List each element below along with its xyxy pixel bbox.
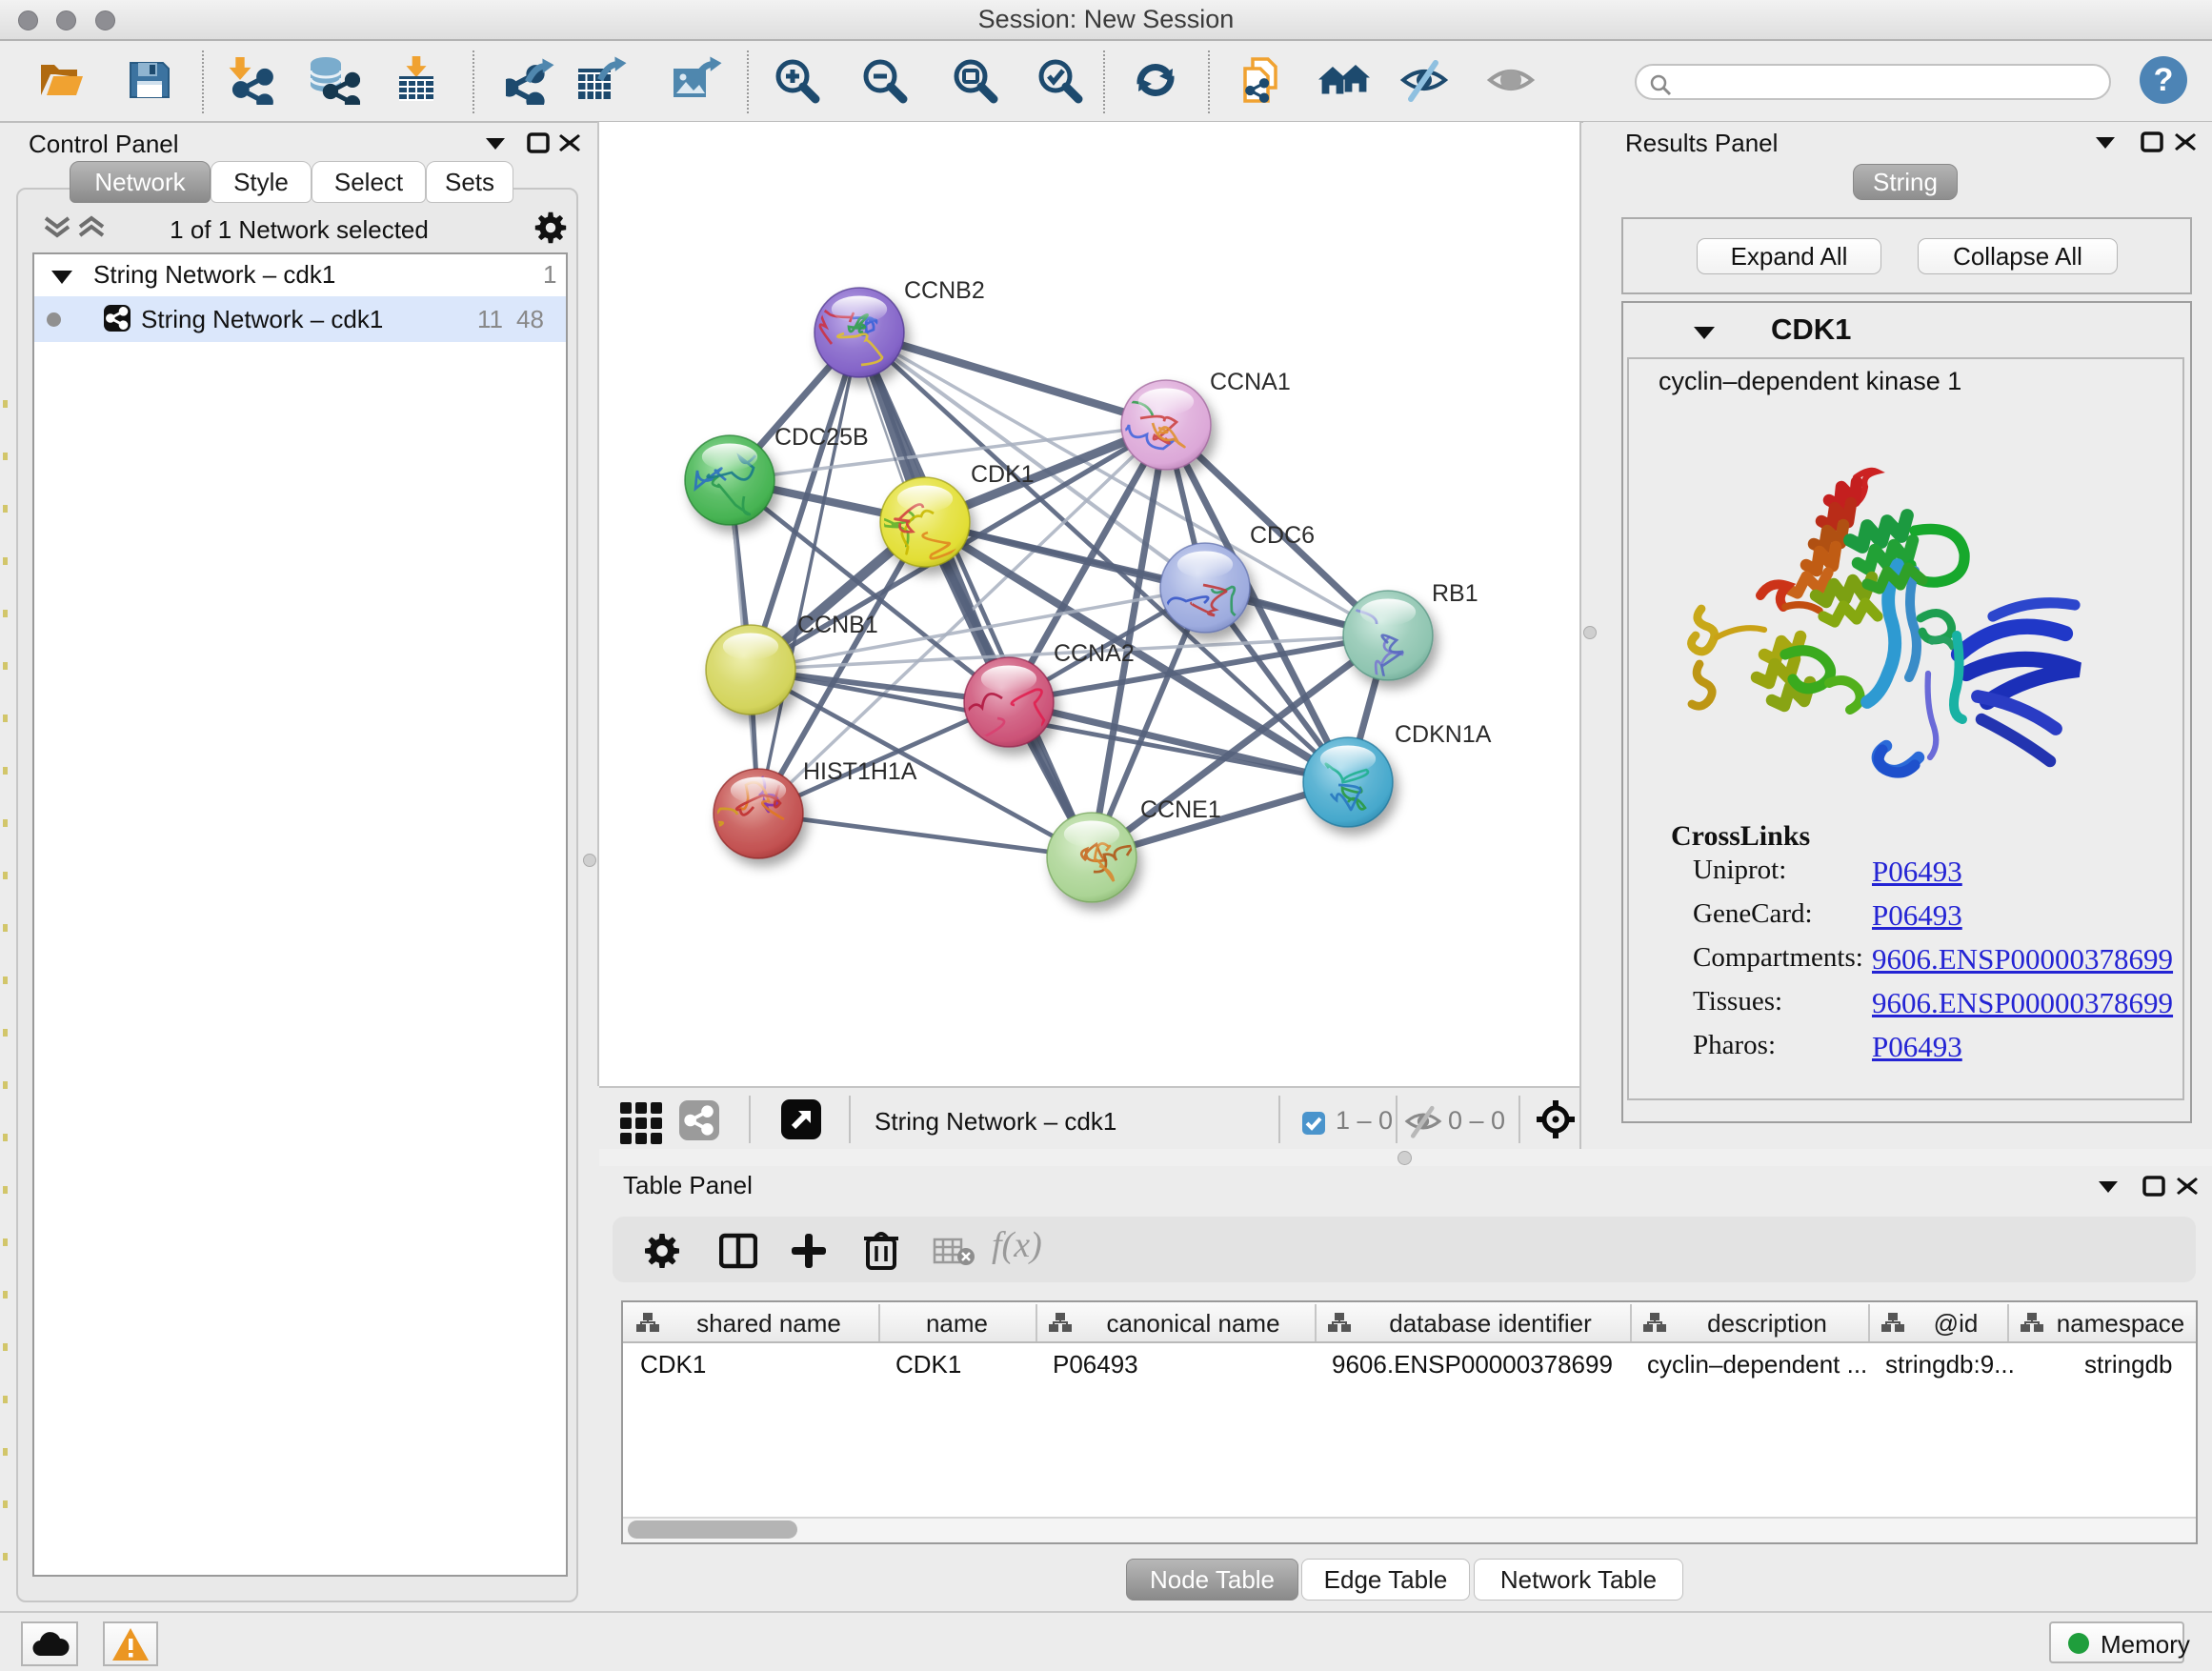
svg-text:CCNA2: CCNA2	[1054, 640, 1135, 667]
svg-text:CDKN1A: CDKN1A	[1395, 721, 1492, 748]
svg-text:CCNB2: CCNB2	[904, 277, 985, 304]
svg-text:CDK1: CDK1	[971, 461, 1035, 488]
svg-text:CCNE1: CCNE1	[1140, 796, 1221, 823]
svg-text:?: ?	[2154, 62, 2174, 98]
svg-text:CCNB1: CCNB1	[797, 612, 878, 638]
svg-text:CDC25B: CDC25B	[774, 424, 869, 451]
svg-text:CDC6: CDC6	[1250, 522, 1315, 549]
svg-text:HIST1H1A: HIST1H1A	[803, 758, 917, 785]
svg-text:CCNA1: CCNA1	[1210, 369, 1291, 395]
svg-text:RB1: RB1	[1432, 580, 1478, 607]
